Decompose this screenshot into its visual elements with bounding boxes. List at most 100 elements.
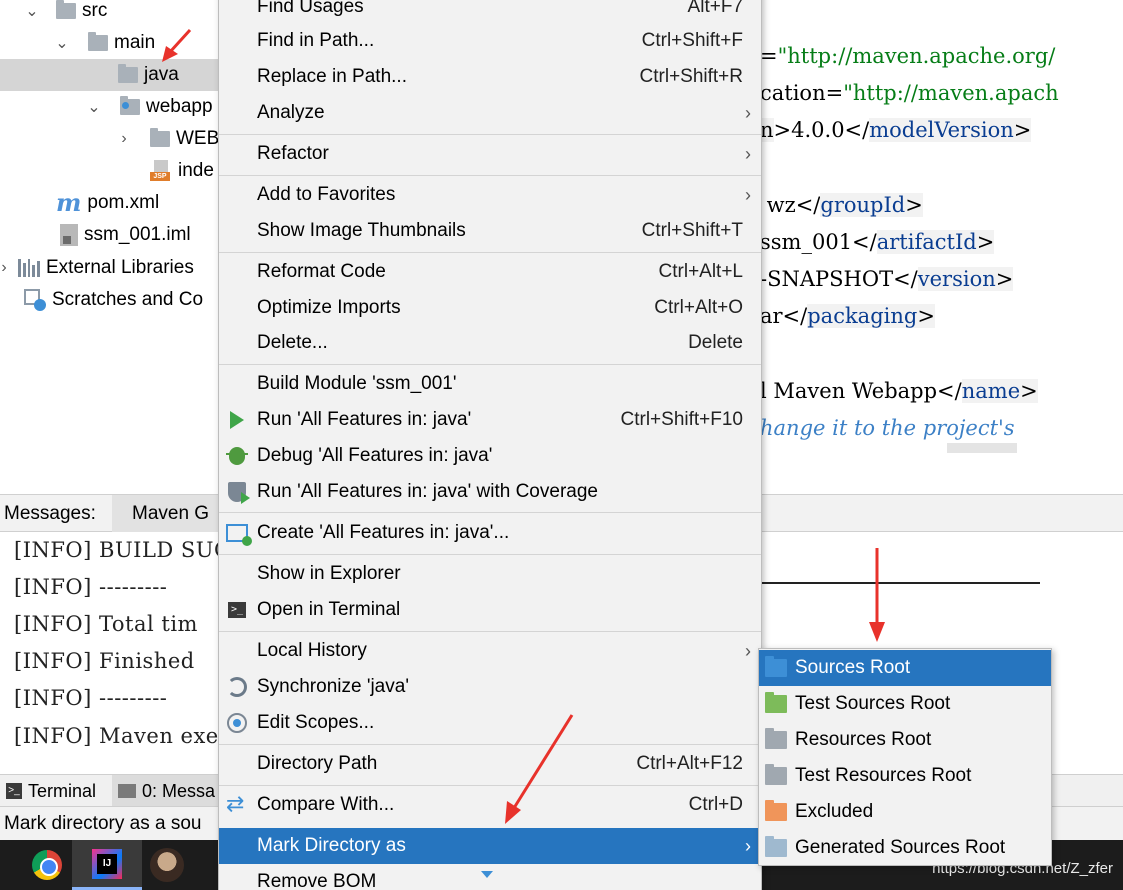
tree-item-pom-xml[interactable]: m pom.xml xyxy=(0,187,230,219)
project-tree: ⌄ src ⌄ main java ⌄ webapp › WEB JSP ind… xyxy=(0,0,230,470)
menu-item-open-in-terminal[interactable]: >_ Open in Terminal xyxy=(219,592,761,628)
tree-item-label: src xyxy=(82,0,108,21)
submenu-item-generated-sources-root[interactable]: Generated Sources Root xyxy=(759,830,1051,866)
tree-item-label: main xyxy=(114,32,156,53)
tree-item-web-inf[interactable]: › WEB xyxy=(0,123,230,155)
menu-separator xyxy=(219,512,761,513)
menu-separator xyxy=(219,252,761,253)
menu-item-delete[interactable]: Delete... Delete xyxy=(219,325,761,361)
menu-item-run-coverage[interactable]: Run 'All Features in: java' with Coverag… xyxy=(219,474,761,510)
tab-maven-goal[interactable]: Maven G xyxy=(112,495,232,533)
tree-item-label: inde xyxy=(178,160,214,181)
menu-item-optimize-imports[interactable]: Optimize Imports Ctrl+Alt+O xyxy=(219,290,761,326)
menu-item-run[interactable]: Run 'All Features in: java' Ctrl+Shift+F1… xyxy=(219,402,761,438)
tree-item-external-libraries[interactable]: › External Libraries xyxy=(0,252,230,284)
chrome-icon xyxy=(32,850,62,880)
scroll-down-icon[interactable] xyxy=(481,871,493,878)
code-line: ssm_001</artifactId> xyxy=(760,230,995,254)
chevron-down-icon[interactable]: ⌄ xyxy=(22,1,42,21)
menu-item-show-in-explorer[interactable]: Show in Explorer xyxy=(219,556,761,592)
menu-item-reformat-code[interactable]: Reformat Code Ctrl+Alt+L xyxy=(219,254,761,290)
menu-item-directory-path[interactable]: Directory Path Ctrl+Alt+F12 xyxy=(219,746,761,782)
terminal-icon: >_ xyxy=(228,602,246,618)
menu-separator xyxy=(219,631,761,632)
jsp-file-icon: JSP xyxy=(150,160,172,182)
tree-item-label: ssm_001.iml xyxy=(84,224,191,245)
menu-separator xyxy=(219,134,761,135)
menu-item-debug[interactable]: Debug 'All Features in: java' xyxy=(219,438,761,474)
tree-item-index-jsp[interactable]: JSP inde xyxy=(0,155,230,187)
menu-item-find-usages[interactable]: Find Usages Alt+F7 xyxy=(219,0,761,25)
debug-icon xyxy=(226,447,248,465)
intellij-icon xyxy=(92,848,122,879)
tree-item-label: WEB xyxy=(176,128,220,149)
tree-item-scratches[interactable]: Scratches and Co xyxy=(0,284,230,316)
code-comment-line: hange it to the project's xyxy=(760,416,1015,440)
horizontal-scrollbar[interactable] xyxy=(947,443,1017,453)
coverage-icon xyxy=(228,482,250,504)
library-icon xyxy=(18,259,40,277)
chevron-right-icon: › xyxy=(745,143,751,164)
log-line: [INFO] --------- xyxy=(14,575,168,599)
menu-item-local-history[interactable]: Local History › xyxy=(219,633,761,669)
chevron-right-icon[interactable]: › xyxy=(0,259,14,277)
submenu-item-resources-root[interactable]: Resources Root xyxy=(759,722,1051,758)
messages-icon xyxy=(118,784,136,798)
submenu-item-test-sources-root[interactable]: Test Sources Root xyxy=(759,686,1051,722)
tree-item-src[interactable]: ⌄ src xyxy=(0,0,230,27)
menu-item-analyze[interactable]: Analyze › xyxy=(219,95,761,131)
submenu-item-excluded[interactable]: Excluded xyxy=(759,794,1051,830)
menu-item-find-in-path[interactable]: Find in Path... Ctrl+Shift+F xyxy=(219,23,761,59)
menu-item-compare-with[interactable]: Compare With...Ctrl+D xyxy=(219,787,761,823)
tree-item-main[interactable]: ⌄ main xyxy=(0,27,230,59)
menu-item-edit-scopes[interactable]: Edit Scopes... xyxy=(219,705,761,741)
web-folder-icon xyxy=(120,96,140,115)
chevron-right-icon[interactable]: › xyxy=(114,130,134,148)
code-line: wz</groupId> xyxy=(760,193,923,217)
chevron-down-icon[interactable]: ⌄ xyxy=(84,97,104,117)
status-text: Mark directory as a sou xyxy=(4,813,202,834)
tree-item-webapp[interactable]: ⌄ webapp xyxy=(0,91,230,123)
code-line: cation="http://maven.apach xyxy=(760,81,1059,105)
menu-item-replace-in-path[interactable]: Replace in Path... Ctrl+Shift+R xyxy=(219,59,761,95)
menu-item-refactor[interactable]: Refactor › xyxy=(219,136,761,172)
submenu-item-sources-root[interactable]: Sources Root xyxy=(759,650,1051,686)
menu-item-mark-directory-as[interactable]: Mark Directory as › xyxy=(219,828,761,864)
menu-item-create-config[interactable]: Create 'All Features in: java'... xyxy=(219,515,761,551)
menu-separator xyxy=(219,554,761,555)
code-editor[interactable]: ="http://maven.apache.org/ cation="http:… xyxy=(760,0,1123,455)
menu-item-build-module[interactable]: Build Module 'ssm_001' xyxy=(219,366,761,402)
code-line: l Maven Webapp</name> xyxy=(760,379,1038,403)
tree-item-java[interactable]: java xyxy=(0,59,230,91)
tab-messages[interactable]: 0: Messa xyxy=(112,775,222,807)
code-line: n>4.0.0</modelVersion> xyxy=(760,118,1032,142)
scratches-icon xyxy=(24,289,46,311)
run-icon xyxy=(230,411,244,429)
menu-item-synchronize[interactable]: Synchronize 'java' xyxy=(219,669,761,705)
chevron-down-icon[interactable]: ⌄ xyxy=(52,33,72,53)
submenu-item-test-resources-root[interactable]: Test Resources Root xyxy=(759,758,1051,794)
log-line: [INFO] BUILD SUC xyxy=(14,538,231,562)
tab-terminal[interactable]: >_ Terminal xyxy=(0,775,102,807)
test-resources-root-folder-icon xyxy=(765,764,787,785)
chevron-right-icon: › xyxy=(745,102,751,123)
chevron-right-icon: › xyxy=(745,184,751,205)
log-line: [INFO] --------- xyxy=(14,686,168,710)
messages-label: Messages: xyxy=(4,503,96,524)
tree-item-label: pom.xml xyxy=(87,192,160,213)
chevron-right-icon: › xyxy=(745,640,751,661)
code-line: ="http://maven.apache.org/ xyxy=(760,44,1056,68)
menu-separator xyxy=(219,785,761,786)
compare-icon xyxy=(226,791,248,817)
menu-item-add-to-favorites[interactable]: Add to Favorites › xyxy=(219,177,761,213)
sync-icon xyxy=(227,677,247,697)
tree-item-iml[interactable]: ssm_001.iml xyxy=(0,219,230,251)
taskbar-app[interactable] xyxy=(132,840,202,890)
tab-label: 0: Messa xyxy=(142,781,216,801)
log-separator xyxy=(762,582,1040,584)
resources-root-folder-icon xyxy=(765,728,787,749)
excluded-folder-icon xyxy=(765,800,787,821)
code-line: ar</packaging> xyxy=(760,304,935,328)
avatar xyxy=(150,848,184,882)
menu-item-show-thumbnails[interactable]: Show Image Thumbnails Ctrl+Shift+T xyxy=(219,213,761,249)
